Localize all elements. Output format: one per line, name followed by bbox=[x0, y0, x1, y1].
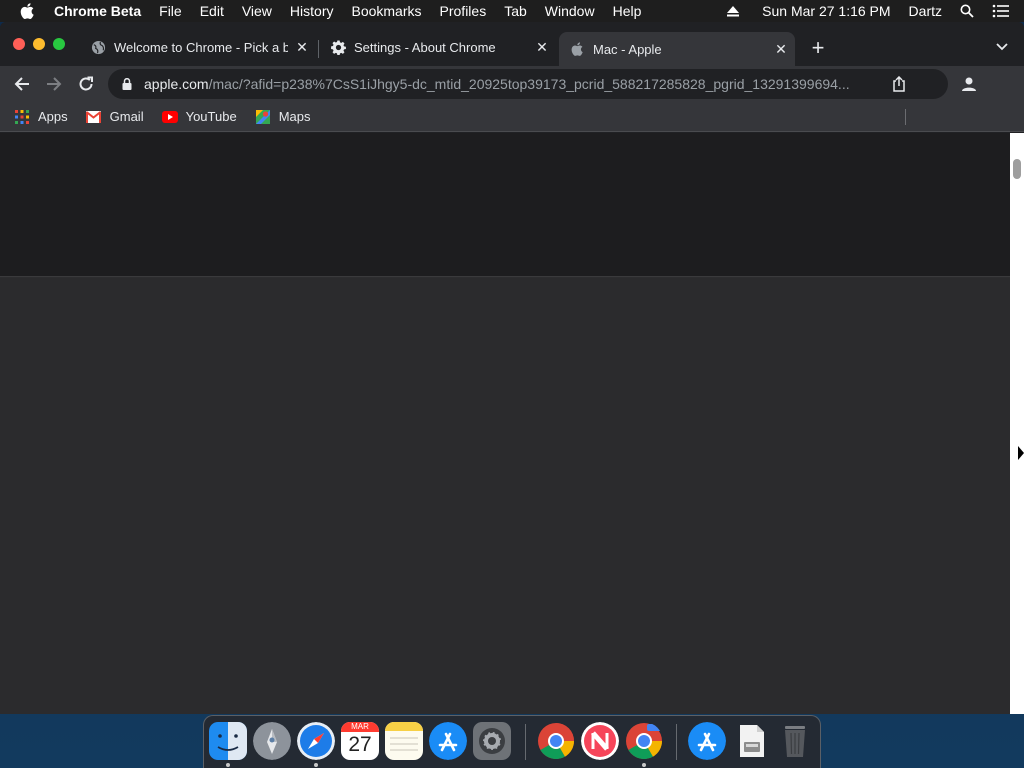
menu-file[interactable]: File bbox=[150, 3, 191, 19]
downloads-app-store-icon[interactable] bbox=[688, 722, 726, 760]
running-indicator bbox=[226, 763, 230, 767]
page-content[interactable] bbox=[0, 133, 1024, 714]
menu-tab[interactable]: Tab bbox=[495, 3, 536, 19]
bookmark-youtube[interactable]: YouTube bbox=[161, 109, 237, 125]
reload-icon[interactable] bbox=[75, 73, 97, 95]
url-host: apple.com bbox=[144, 76, 209, 92]
new-tab-button[interactable]: + bbox=[807, 37, 829, 60]
mouse-cursor-icon bbox=[1018, 446, 1024, 460]
chrome-window: Welcome to Chrome - Pick a ba ✕ Settings… bbox=[0, 22, 1024, 714]
calendar-icon[interactable]: MAR 27 bbox=[341, 722, 379, 760]
page-body bbox=[0, 278, 1010, 714]
launchpad-icon[interactable] bbox=[253, 722, 291, 760]
apple-icon bbox=[569, 41, 585, 57]
menu-view[interactable]: View bbox=[233, 3, 281, 19]
menu-edit[interactable]: Edit bbox=[191, 3, 233, 19]
notes-icon[interactable] bbox=[385, 722, 423, 760]
globe-icon bbox=[90, 39, 106, 55]
menu-help[interactable]: Help bbox=[604, 3, 651, 19]
apple-menu-icon[interactable] bbox=[0, 3, 54, 19]
dock-separator bbox=[676, 724, 677, 760]
maps-icon bbox=[255, 109, 271, 125]
app-store-icon[interactable] bbox=[429, 722, 467, 760]
back-arrow-icon[interactable] bbox=[11, 73, 33, 95]
menu-app-name[interactable]: Chrome Beta bbox=[54, 3, 150, 19]
eject-icon[interactable] bbox=[726, 5, 740, 17]
scrollbar-thumb[interactable] bbox=[1013, 159, 1021, 179]
macos-menu-bar: Chrome Beta File Edit View History Bookm… bbox=[0, 0, 1024, 22]
running-indicator bbox=[642, 763, 646, 767]
system-preferences-icon[interactable] bbox=[473, 722, 511, 760]
lock-icon[interactable] bbox=[120, 78, 134, 90]
tab-settings[interactable]: Settings - About Chrome ✕ bbox=[320, 32, 556, 62]
safari-icon[interactable] bbox=[297, 722, 335, 760]
bookmark-apps[interactable]: Apps bbox=[14, 109, 68, 125]
youtube-icon bbox=[161, 109, 178, 125]
trash-icon[interactable] bbox=[776, 722, 814, 760]
menu-bookmarks[interactable]: Bookmarks bbox=[342, 3, 430, 19]
menubar-clock[interactable]: Sun Mar 27 1:16 PM bbox=[762, 3, 890, 19]
tab-title: Welcome to Chrome - Pick a ba bbox=[114, 39, 288, 55]
profile-avatar-icon[interactable] bbox=[958, 73, 980, 95]
vertical-scrollbar[interactable] bbox=[1010, 133, 1024, 714]
running-indicator bbox=[314, 763, 318, 767]
calendar-month: MAR bbox=[341, 722, 379, 732]
url-text[interactable]: apple.com/mac/?afid=p238%7CsS1iJhgy5-dc_… bbox=[144, 76, 884, 92]
window-zoom-button[interactable] bbox=[53, 38, 65, 50]
bookmark-label: Gmail bbox=[109, 109, 144, 124]
control-center-icon[interactable] bbox=[992, 4, 1010, 18]
gmail-icon bbox=[86, 109, 102, 125]
forward-arrow-icon[interactable] bbox=[43, 73, 65, 95]
close-icon[interactable]: ✕ bbox=[294, 39, 310, 55]
apps-grid-icon bbox=[14, 109, 30, 125]
dock-separator bbox=[525, 724, 526, 760]
tab-strip: Welcome to Chrome - Pick a ba ✕ Settings… bbox=[0, 22, 1024, 66]
page-header-band bbox=[0, 133, 1010, 277]
finder-icon[interactable] bbox=[209, 722, 247, 760]
tab-title: Settings - About Chrome bbox=[354, 39, 496, 55]
disk-image-icon[interactable] bbox=[732, 722, 770, 760]
address-bar[interactable]: apple.com/mac/?afid=p238%7CsS1iJhgy5-dc_… bbox=[108, 69, 948, 99]
chrome-beta-icon[interactable] bbox=[625, 722, 663, 760]
browser-toolbar: apple.com/mac/?afid=p238%7CsS1iJhgy5-dc_… bbox=[0, 66, 1024, 102]
menu-profiles[interactable]: Profiles bbox=[431, 3, 496, 19]
tab-title: Mac - Apple bbox=[593, 41, 662, 57]
bookmarks-bar: Apps Gmail YouTube Maps bbox=[0, 102, 1024, 132]
share-icon[interactable] bbox=[892, 75, 908, 92]
bookmarks-divider bbox=[905, 109, 906, 125]
news-icon[interactable] bbox=[581, 722, 619, 760]
window-minimize-button[interactable] bbox=[33, 38, 45, 50]
menu-history[interactable]: History bbox=[281, 3, 343, 19]
menubar-user[interactable]: Dartz bbox=[909, 3, 942, 19]
bookmark-label: Apps bbox=[38, 109, 68, 124]
menu-window[interactable]: Window bbox=[536, 3, 604, 19]
macos-dock: MAR 27 bbox=[203, 715, 821, 768]
tab-mac-apple[interactable]: Mac - Apple ✕ bbox=[559, 32, 795, 66]
close-icon[interactable]: ✕ bbox=[534, 39, 550, 55]
chrome-icon[interactable] bbox=[537, 722, 575, 760]
url-path: /mac/?afid=p238%7CsS1iJhgy5-dc_mtid_2092… bbox=[208, 76, 850, 92]
tab-search-chevron-icon[interactable] bbox=[994, 38, 1010, 56]
bookmark-label: YouTube bbox=[185, 109, 237, 124]
bookmark-gmail[interactable]: Gmail bbox=[86, 109, 144, 125]
spotlight-search-icon[interactable] bbox=[960, 4, 974, 18]
calendar-day: 27 bbox=[348, 733, 372, 756]
tab-welcome[interactable]: Welcome to Chrome - Pick a ba ✕ bbox=[80, 32, 316, 62]
bookmark-label: Maps bbox=[278, 109, 311, 124]
tab-separator bbox=[318, 40, 319, 58]
close-icon[interactable]: ✕ bbox=[773, 41, 789, 57]
gear-icon bbox=[330, 39, 346, 55]
window-close-button[interactable] bbox=[13, 38, 25, 50]
bookmark-maps[interactable]: Maps bbox=[255, 109, 311, 125]
